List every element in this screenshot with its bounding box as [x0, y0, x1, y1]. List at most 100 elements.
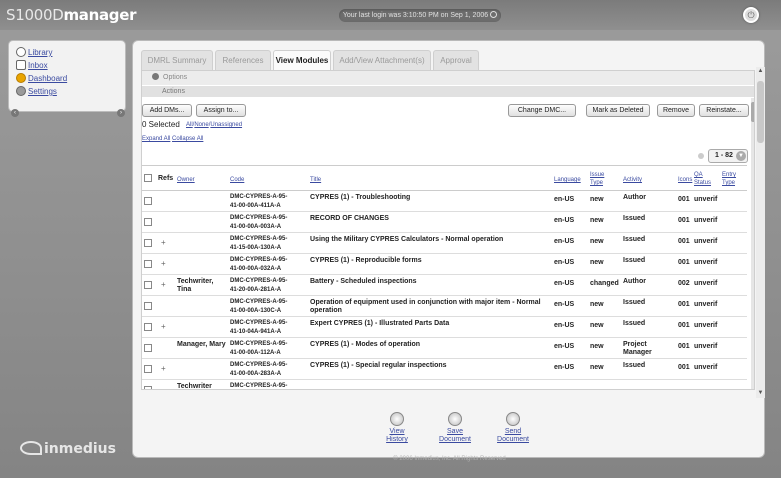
- table-row[interactable]: + DMC-CYPRES-A-95- 41-00-00A-032A-A CYPRES …: [142, 254, 747, 275]
- cell-issue: new: [590, 217, 604, 224]
- select-none-link[interactable]: None: [194, 122, 208, 128]
- cell-code1: DMC-CYPRES-A-95-: [230, 299, 288, 305]
- row-checkbox[interactable]: [144, 281, 152, 289]
- cell-icons: 001: [678, 196, 690, 203]
- header-icons[interactable]: Icons: [678, 176, 692, 184]
- table-scrollbar[interactable]: [751, 98, 754, 389]
- cell-issue: new: [590, 364, 604, 371]
- send-document-button[interactable]: Send Document: [493, 412, 533, 444]
- row-checkbox[interactable]: [144, 218, 152, 226]
- add-dms-button[interactable]: Add DMs...: [142, 104, 192, 117]
- options-toggle-icon[interactable]: [152, 73, 159, 80]
- header-title[interactable]: Title: [310, 176, 321, 184]
- tab-approval[interactable]: Approval: [433, 50, 479, 70]
- row-expand-icon[interactable]: +: [161, 322, 166, 331]
- cell-qa: unverif: [694, 196, 718, 203]
- nav-item-inbox[interactable]: Inbox: [16, 60, 48, 72]
- top-bar: S1000Dmanager Your last login was 3:10:5…: [0, 0, 781, 30]
- table-row[interactable]: Manager, Mary DMC-CYPRES-A-95- 41-00-00A-1…: [142, 338, 747, 359]
- table-row[interactable]: + DMC-CYPRES-A-95- 41-15-00A-130A-A Using t…: [142, 233, 747, 254]
- page-scrollbar[interactable]: ▲ ▼: [756, 67, 765, 398]
- nav-settings-label: Settings: [28, 87, 57, 96]
- nav-item-settings[interactable]: Settings: [16, 86, 57, 98]
- select-unassigned-link[interactable]: Unassigned: [210, 122, 242, 128]
- cell-code2: 41-00-00A-003A-A: [230, 224, 282, 230]
- nav-item-dashboard[interactable]: Dashboard: [16, 73, 67, 85]
- view-history-button[interactable]: View History: [377, 412, 417, 444]
- row-checkbox[interactable]: [144, 302, 152, 310]
- row-expand-icon[interactable]: +: [161, 238, 166, 247]
- row-checkbox[interactable]: [144, 386, 152, 389]
- app-logo: S1000Dmanager: [6, 6, 137, 24]
- save-document-button[interactable]: Save Document: [435, 412, 475, 444]
- tab-content: Options Actions Add DMs... Assign to... …: [141, 70, 755, 390]
- settings-gear-icon: [16, 86, 26, 96]
- table-scroll-thumb[interactable]: [751, 102, 754, 122]
- row-checkbox[interactable]: [144, 197, 152, 205]
- scroll-up-icon[interactable]: ▲: [757, 68, 764, 75]
- header-language[interactable]: Language: [554, 176, 581, 184]
- nav-item-library[interactable]: Library: [16, 47, 52, 59]
- header-issue-type[interactable]: Issue Type: [590, 171, 610, 187]
- select-all-link[interactable]: All: [186, 122, 193, 128]
- table-row[interactable]: DMC-CYPRES-A-95- 41-00-00A-003A-A RECORD O…: [142, 212, 747, 233]
- mark-deleted-button[interactable]: Mark as Deleted: [586, 104, 650, 117]
- login-info-icon[interactable]: [490, 11, 498, 18]
- header-entry-type[interactable]: Entry Type: [722, 171, 742, 187]
- tab-attachments[interactable]: Add/View Attachment(s): [333, 50, 431, 70]
- cell-lang: en-US: [554, 322, 575, 329]
- page-scroll-thumb[interactable]: [757, 81, 764, 143]
- options-bar[interactable]: Options: [142, 71, 754, 85]
- scroll-down-icon[interactable]: ▼: [757, 390, 764, 397]
- row-checkbox[interactable]: [144, 365, 152, 373]
- header-owner[interactable]: Owner: [177, 176, 195, 184]
- selection-links: All/None/Unassigned: [186, 122, 243, 128]
- reinstate-button[interactable]: Reinstate...: [699, 104, 749, 117]
- collapse-all-link[interactable]: Collapse All: [172, 136, 203, 142]
- table-row[interactable]: DMC-CYPRES-A-95- 41-00-00A-411A-A CYPRES (…: [142, 191, 747, 212]
- cell-title: Battery - Scheduled inspections: [310, 278, 417, 285]
- dashboard-icon: [16, 73, 26, 83]
- row-checkbox[interactable]: [144, 323, 152, 331]
- cell-activity: Issued: [623, 299, 646, 306]
- row-expand-icon[interactable]: +: [161, 364, 166, 373]
- cell-icons: 001: [678, 301, 690, 308]
- header-code[interactable]: Code: [230, 176, 244, 184]
- pager-prev-icon[interactable]: [698, 153, 704, 159]
- row-checkbox[interactable]: [144, 239, 152, 247]
- table-row[interactable]: + Techwriter, Tina DMC-CYPRES-A-95- 41-20-0…: [142, 275, 747, 296]
- cell-icons: 001: [678, 259, 690, 266]
- save-document-icon: [448, 412, 462, 426]
- cell-qa: unverif: [694, 280, 718, 287]
- header-activity[interactable]: Activity: [623, 176, 642, 184]
- header-qa-status[interactable]: QA Status: [694, 171, 716, 187]
- nav-collapse-right-icon[interactable]: ›: [117, 109, 125, 117]
- table-row[interactable]: DMC-CYPRES-A-95- 41-00-00A-130C-A Operatio…: [142, 296, 747, 317]
- send-document-label2: Document: [497, 436, 529, 443]
- expand-all-link[interactable]: Expand All: [142, 136, 170, 142]
- tab-references[interactable]: References: [215, 50, 271, 70]
- row-checkbox[interactable]: [144, 260, 152, 268]
- assign-to-button[interactable]: Assign to...: [196, 104, 246, 117]
- table-header: Refs Owner Code Title Language Issue Typ…: [142, 165, 747, 191]
- remove-button[interactable]: Remove: [657, 104, 695, 117]
- view-history-label1: View: [389, 428, 405, 435]
- row-expand-icon[interactable]: +: [161, 280, 166, 289]
- table-row[interactable]: + DMC-CYPRES-A-95- 41-00-00A-283A-A CYPRES …: [142, 359, 747, 380]
- tab-dmrl-summary[interactable]: DMRL Summary: [141, 50, 213, 70]
- table-row[interactable]: Techwriter DMC-CYPRES-A-95-: [142, 380, 747, 389]
- nav-collapse-left-icon[interactable]: ‹: [11, 109, 19, 117]
- page-range-select[interactable]: 1 - 82 ▼: [708, 149, 748, 163]
- cell-activity: Issued: [623, 362, 646, 369]
- row-expand-icon[interactable]: +: [161, 259, 166, 268]
- row-checkbox[interactable]: [144, 344, 152, 352]
- tab-view-modules[interactable]: View Modules: [273, 50, 331, 70]
- change-dmc-button[interactable]: Change DMC...: [508, 104, 576, 117]
- cell-issue: new: [590, 196, 604, 203]
- logout-power-icon[interactable]: ⏻: [743, 7, 759, 23]
- table-row[interactable]: + DMC-CYPRES-A-95- 41-10-04A-941A-A Expert …: [142, 317, 747, 338]
- brand-logo: inmedius: [20, 441, 116, 457]
- select-all-checkbox[interactable]: [144, 174, 152, 182]
- cell-qa: unverif: [694, 259, 718, 266]
- cell-title: Operation of equipment used in conjuncti…: [310, 299, 541, 314]
